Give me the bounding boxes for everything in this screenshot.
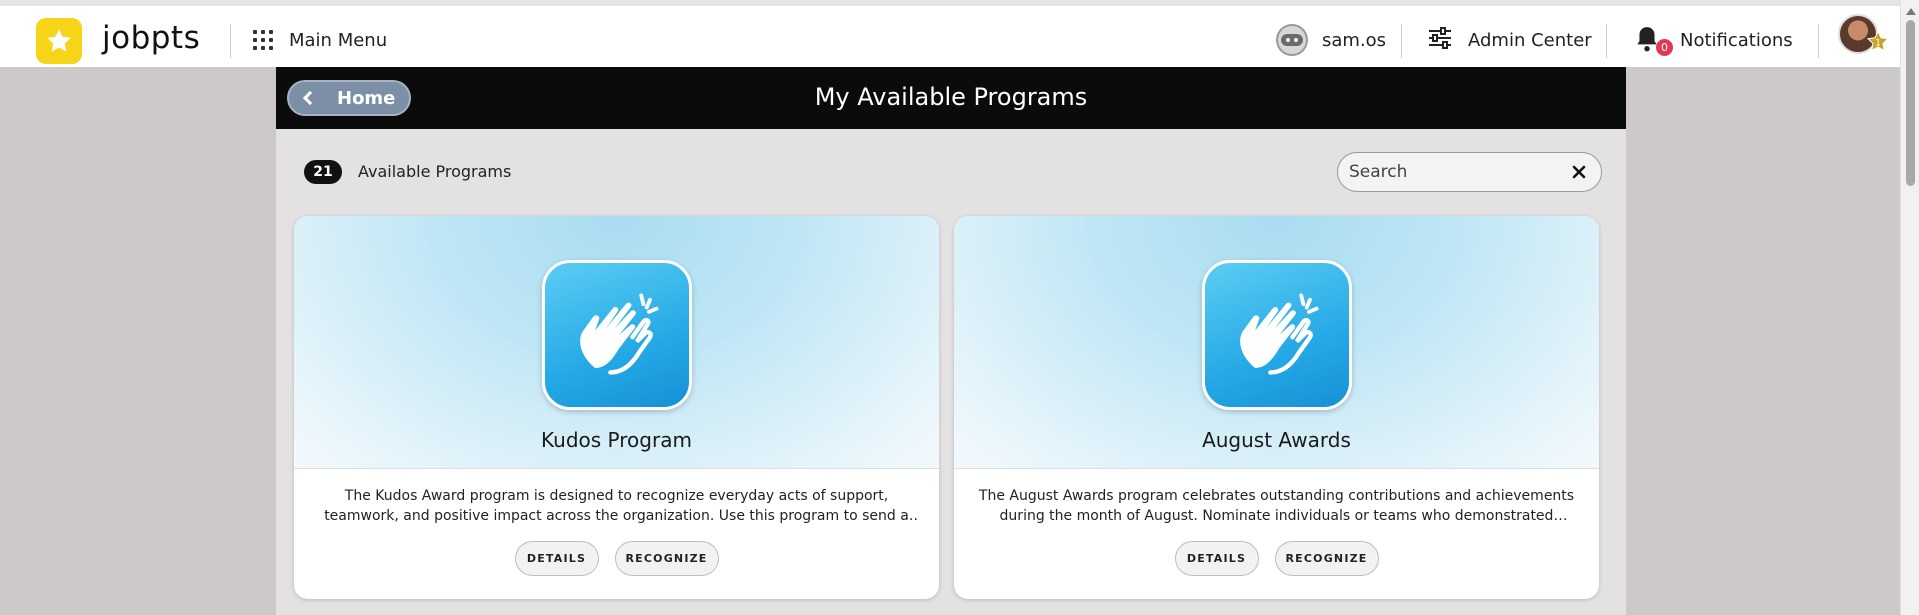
main-menu-label: Main Menu	[289, 29, 388, 51]
divider	[1401, 24, 1402, 58]
notifications-button[interactable]: 0 Notifications	[1634, 22, 1793, 58]
program-card: August Awards The August Awards program …	[954, 216, 1599, 599]
star-logo-icon[interactable]	[36, 18, 82, 64]
details-button[interactable]: DETAILS	[1174, 541, 1259, 576]
program-count-label: Available Programs	[358, 162, 512, 181]
bell-icon: 0	[1634, 25, 1673, 56]
program-card: Kudos Program The Kudos Award program is…	[294, 216, 939, 599]
recognize-button[interactable]: RECOGNIZE	[614, 541, 719, 576]
recognize-button[interactable]: RECOGNIZE	[1274, 541, 1379, 576]
divider	[1606, 24, 1607, 58]
close-icon[interactable]	[1571, 164, 1587, 180]
notifications-label: Notifications	[1680, 29, 1793, 51]
sliders-icon	[1426, 24, 1454, 57]
main-menu-button[interactable]: Main Menu	[253, 22, 387, 58]
star-badge-icon: 1	[1866, 30, 1890, 52]
scroll-thumb[interactable]	[1906, 20, 1915, 186]
program-count-badge: 21	[304, 160, 342, 184]
card-header: Kudos Program	[294, 216, 939, 469]
robot-icon	[1276, 24, 1308, 56]
scroll-up-arrow-icon[interactable]	[1906, 8, 1916, 15]
page-header: Home My Available Programs	[276, 67, 1626, 129]
assistant-button[interactable]: sam.os	[1276, 22, 1386, 58]
admin-center-button[interactable]: Admin Center	[1426, 22, 1592, 58]
assistant-label: sam.os	[1322, 29, 1387, 51]
programs-panel: Home My Available Programs 21 Available …	[276, 67, 1626, 615]
program-description: The August Awards program celebrates out…	[978, 488, 1575, 524]
program-description: The Kudos Award program is designed to r…	[324, 488, 909, 524]
brand-name[interactable]: jobpts	[102, 20, 200, 56]
search-box	[1337, 152, 1602, 192]
notification-count-badge: 0	[1656, 39, 1673, 56]
admin-center-label: Admin Center	[1468, 29, 1592, 51]
page-title: My Available Programs	[814, 83, 1088, 111]
clapping-hands-icon	[542, 260, 692, 410]
divider	[230, 24, 231, 58]
page-scrollbar[interactable]	[1900, 0, 1919, 615]
top-navbar: jobpts Main Menu sam.os Admin Center 0 N…	[0, 0, 1900, 67]
grid-menu-icon	[253, 30, 273, 50]
card-header: August Awards	[954, 216, 1599, 469]
details-button[interactable]: DETAILS	[514, 541, 599, 576]
program-title: August Awards	[1202, 428, 1351, 452]
clapping-hands-icon	[1202, 260, 1352, 410]
divider	[1818, 24, 1819, 58]
avatar-badge-text: 1	[1875, 39, 1881, 49]
program-title: Kudos Program	[541, 428, 692, 452]
search-input[interactable]	[1349, 162, 1549, 182]
